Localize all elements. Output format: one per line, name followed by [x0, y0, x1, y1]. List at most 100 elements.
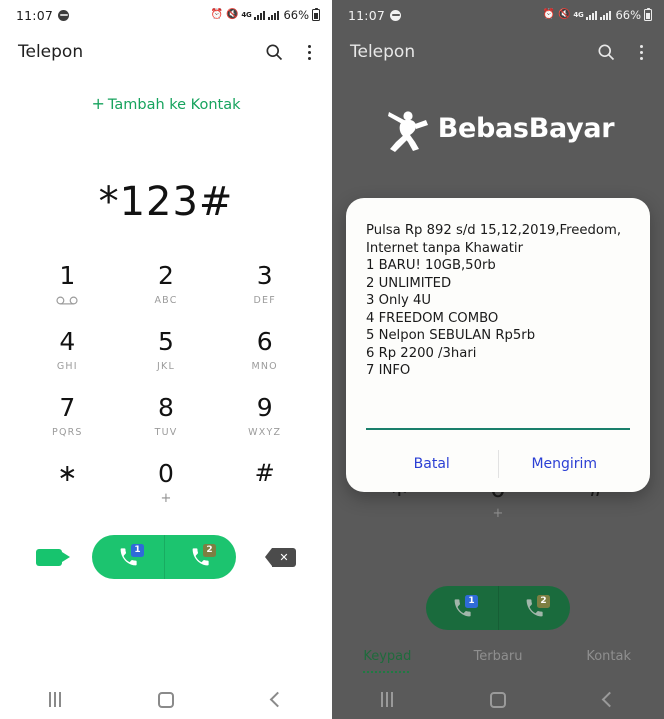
app-bar-actions — [596, 42, 650, 62]
keypad-key-hash[interactable]: # — [215, 449, 314, 515]
keypad-row: 4 GHI 5 JKL 6 MNO — [18, 317, 314, 383]
status-bar: 11:07 ⏰ 🔇 4G 66% — [0, 0, 332, 30]
system-nav-bar — [332, 680, 664, 719]
sim1-badge: 1 — [131, 544, 144, 557]
add-to-contact-button[interactable]: + Tambah ke Kontak — [0, 94, 332, 113]
dial-keypad: 1 2 ABC 3 DEF 4 GHI 5 JKL 6 MNO 7 PQRS 8… — [0, 251, 332, 515]
keypad-digit: 7 — [59, 392, 76, 422]
send-button[interactable]: Mengirim — [499, 436, 631, 492]
running-person-icon — [387, 111, 428, 152]
backspace-glyph: ✕ — [279, 550, 289, 564]
call-buttons-pill: 1 2 — [92, 535, 236, 579]
battery-percent-label: 66% — [283, 8, 309, 22]
keypad-key-0[interactable]: 0 + — [117, 449, 216, 515]
network-type-icon: 4G — [241, 10, 252, 19]
ussd-dialog: Pulsa Rp 892 s/d 15,12,2019,Freedom, Int… — [346, 198, 650, 492]
logo-text: BebasBayar — [437, 112, 615, 144]
keypad-digit: 0 — [158, 458, 174, 488]
battery-icon — [644, 7, 652, 21]
alarm-icon: ⏰ — [542, 9, 555, 20]
recents-icon[interactable] — [48, 692, 61, 707]
ussd-dialog-actions: Batal Mengirim — [366, 436, 630, 492]
voicemail-icon — [56, 295, 78, 306]
alarm-icon: ⏰ — [210, 9, 223, 20]
back-icon[interactable] — [601, 691, 618, 708]
app-bar-actions — [264, 42, 318, 62]
tab-keypad[interactable]: Keypad — [332, 649, 443, 669]
keypad-row: ∗ 0 + # — [18, 449, 314, 515]
keypad-key-3[interactable]: 3 DEF — [215, 251, 314, 317]
back-icon[interactable] — [269, 691, 286, 708]
keypad-letters: JKL — [157, 360, 175, 372]
system-nav-bar — [0, 680, 332, 719]
add-to-contact-label: Tambah ke Kontak — [107, 97, 241, 113]
keypad-letters: + — [160, 490, 172, 506]
app-bar: Telepon — [332, 30, 664, 74]
tab-kontak[interactable]: Kontak — [553, 649, 664, 669]
search-icon[interactable] — [264, 42, 284, 62]
status-bar: 11:07 ⏰ 🔇 4G 66% — [332, 0, 664, 30]
right-foreground: 11:07 ⏰ 🔇 4G 66% Telepon BebasBayar Puls… — [332, 0, 664, 719]
keypad-key-5[interactable]: 5 JKL — [117, 317, 216, 383]
home-icon[interactable] — [490, 691, 507, 708]
status-time: 11:07 — [16, 7, 54, 23]
app-bar: Telepon — [0, 30, 332, 74]
do-not-disturb-icon — [58, 9, 70, 21]
dialed-number-display[interactable]: *123# — [0, 179, 332, 225]
home-icon[interactable] — [158, 691, 175, 708]
keypad-letters: MNO — [251, 360, 278, 372]
keypad-letters: ABC — [154, 294, 178, 306]
bottom-tab-bar: Keypad Terbaru Kontak — [332, 638, 664, 680]
call-action-bar: 1 2 ✕ — [0, 531, 332, 583]
do-not-disturb-icon — [390, 9, 402, 21]
keypad-letters: TUV — [154, 426, 178, 438]
status-bar-right: ⏰ 🔇 4G 66% — [210, 7, 320, 22]
bebasbayar-logo: BebasBayar — [332, 100, 664, 156]
ussd-reply-input[interactable] — [366, 406, 630, 430]
keypad-key-2[interactable]: 2 ABC — [117, 251, 216, 317]
keypad-digit: 2 — [158, 260, 174, 290]
battery-icon — [312, 7, 320, 21]
keypad-digit: 9 — [256, 392, 273, 422]
keypad-row: 7 PQRS 8 TUV 9 WXYZ — [18, 383, 314, 449]
search-icon[interactable] — [596, 42, 616, 62]
keypad-digit: 5 — [158, 326, 174, 356]
page-title: Telepon — [350, 42, 416, 62]
keypad-key-8[interactable]: 8 TUV — [117, 383, 216, 449]
sim2-badge: 2 — [203, 544, 216, 557]
signal-bars-sim2-icon — [600, 10, 612, 20]
plus-icon: + — [91, 94, 105, 113]
cancel-button[interactable]: Batal — [366, 436, 498, 492]
call-sim1-button[interactable]: 1 — [92, 535, 164, 579]
keypad-digit: 4 — [59, 326, 76, 356]
battery-percent-label: 66% — [615, 8, 641, 22]
keypad-key-1[interactable]: 1 — [18, 251, 117, 317]
status-time: 11:07 — [348, 7, 386, 23]
keypad-letters: GHI — [56, 360, 78, 372]
right-phone-screen: ∗ 0 + # 1 — [332, 0, 664, 719]
mute-icon: 🔇 — [557, 9, 571, 20]
keypad-digit: # — [254, 459, 275, 487]
keypad-digit: ∗ — [57, 459, 78, 487]
more-vertical-icon[interactable] — [632, 42, 650, 62]
keypad-key-6[interactable]: 6 MNO — [215, 317, 314, 383]
keypad-key-7[interactable]: 7 PQRS — [18, 383, 117, 449]
keypad-digit: 1 — [59, 260, 76, 290]
keypad-letters: WXYZ — [248, 426, 282, 438]
keypad-key-9[interactable]: 9 WXYZ — [215, 383, 314, 449]
signal-bars-sim1-icon — [254, 10, 266, 20]
keypad-digit: 6 — [256, 326, 273, 356]
network-type-icon: 4G — [573, 10, 584, 19]
dual-screenshot-stage: 11:07 ⏰ 🔇 4G 66% Telepon + Tambah ke Kon… — [0, 0, 664, 719]
video-camera-icon[interactable] — [36, 548, 70, 566]
status-bar-left: 11:07 — [16, 7, 70, 23]
keypad-letters: PQRS — [52, 426, 83, 438]
tab-terbaru[interactable]: Terbaru — [443, 649, 554, 669]
ussd-message: Pulsa Rp 892 s/d 15,12,2019,Freedom, Int… — [366, 223, 622, 378]
call-sim2-button[interactable]: 2 — [164, 535, 236, 579]
backspace-icon[interactable]: ✕ — [265, 547, 296, 567]
recents-icon[interactable] — [380, 692, 393, 707]
keypad-key-star[interactable]: ∗ — [18, 449, 117, 515]
keypad-key-4[interactable]: 4 GHI — [18, 317, 117, 383]
more-vertical-icon[interactable] — [300, 42, 318, 62]
